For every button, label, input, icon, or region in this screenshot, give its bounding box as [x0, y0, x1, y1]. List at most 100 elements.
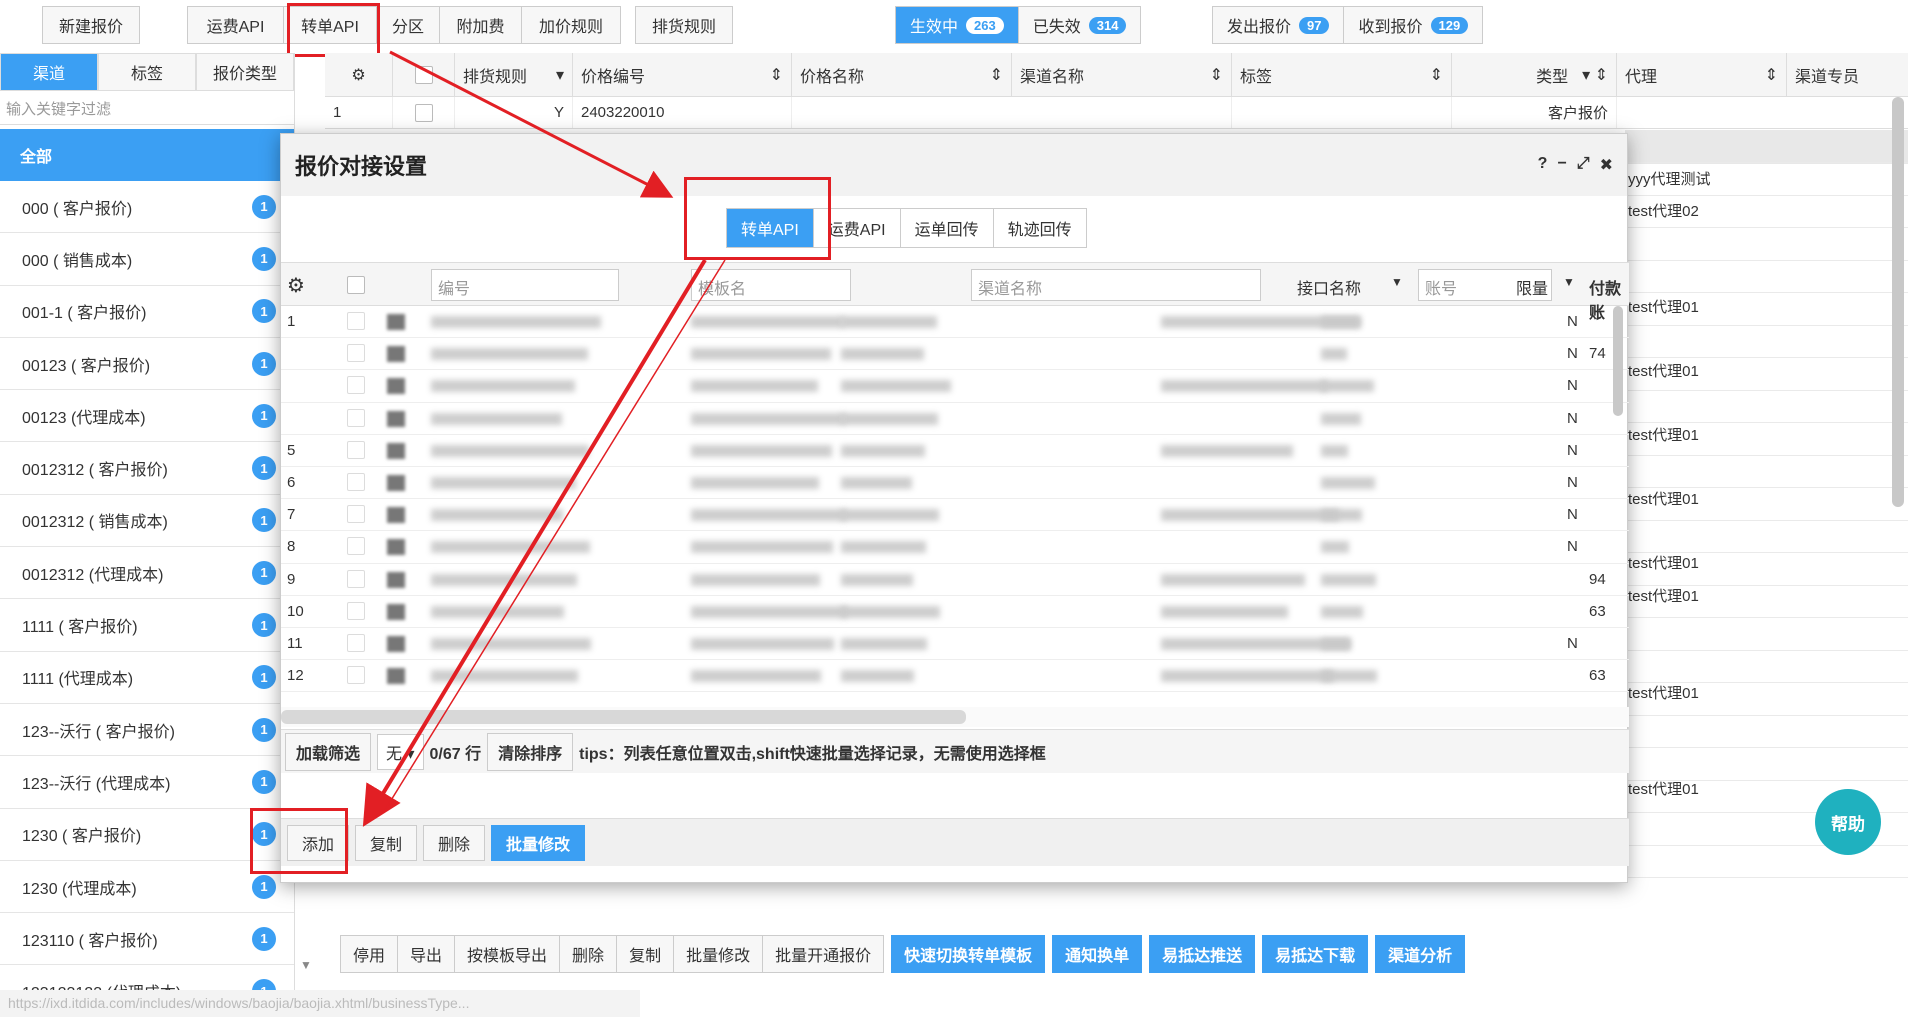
- sort-icon[interactable]: ⇕: [1210, 65, 1223, 85]
- help-icon[interactable]: ?: [1538, 155, 1548, 175]
- table-row[interactable]: N 74: [281, 338, 1629, 371]
- table-row[interactable]: 7N: [281, 499, 1629, 532]
- row-checkbox[interactable]: [347, 666, 365, 685]
- freight-api-button[interactable]: 运费API: [187, 6, 284, 44]
- table-row[interactable]: 1 Y 2403220010 客户报价: [325, 97, 1908, 129]
- tab-quote-type[interactable]: 报价类型: [196, 53, 294, 91]
- ydd-download-button[interactable]: 易抵达下载: [1262, 935, 1369, 973]
- sidebar-item[interactable]: 001-1 ( 客户报价) 1: [0, 286, 294, 338]
- row-checkbox[interactable]: [347, 472, 365, 491]
- sort-icon[interactable]: ⇕: [770, 65, 783, 85]
- table-row[interactable]: 1N: [281, 306, 1629, 339]
- zone-button[interactable]: 分区: [376, 6, 440, 44]
- copy-button[interactable]: 复制: [355, 824, 418, 861]
- markup-rule-button[interactable]: 加价规则: [521, 6, 621, 44]
- row-checkbox[interactable]: [393, 97, 455, 128]
- copy-button[interactable]: 复制: [616, 935, 675, 973]
- load-filter-button[interactable]: 加载筛选: [285, 732, 372, 771]
- sidebar-item[interactable]: 000 ( 客户报价) 1: [0, 181, 294, 234]
- clear-sort-button[interactable]: 清除排序: [487, 732, 574, 771]
- close-icon[interactable]: ✖: [1600, 155, 1613, 175]
- table-row[interactable]: 5N: [281, 435, 1629, 467]
- sidebar-filter-input[interactable]: 输入关键字过滤: [0, 91, 294, 125]
- row-checkbox[interactable]: [347, 376, 365, 395]
- export-button[interactable]: 导出: [397, 935, 456, 973]
- col-price-name[interactable]: 价格名称 ⇕: [792, 53, 1012, 96]
- horizontal-scrollbar[interactable]: [281, 707, 1629, 727]
- sidebar-item[interactable]: 00123 (代理成本) 1: [0, 390, 294, 443]
- received-quote-tab[interactable]: 收到报价 129: [1344, 7, 1483, 43]
- sidebar-item[interactable]: 123110 ( 客户报价) 1: [0, 913, 294, 966]
- disable-button[interactable]: 停用: [340, 935, 399, 973]
- tab-channel[interactable]: 渠道: [0, 53, 98, 91]
- sidebar-item-all[interactable]: 全部: [0, 129, 294, 181]
- channel-filter-input[interactable]: 渠道名称: [971, 269, 1261, 301]
- sidebar-item[interactable]: 1111 (代理成本) 1: [0, 652, 294, 704]
- table-row[interactable]: 10 63: [281, 596, 1629, 628]
- template-export-button[interactable]: 按模板导出: [454, 935, 561, 973]
- table-row[interactable]: 8N: [281, 531, 1629, 564]
- sort-icon[interactable]: ▾ ⇕: [1582, 65, 1608, 85]
- grid-scrollbar[interactable]: [1892, 97, 1904, 507]
- dropdown-icon[interactable]: ▼: [1391, 275, 1403, 289]
- row-checkbox[interactable]: [347, 537, 365, 556]
- row-checkbox[interactable]: [347, 569, 365, 588]
- table-row[interactable]: 6N: [281, 467, 1629, 500]
- col-agent[interactable]: 代理 ⇕: [1617, 53, 1787, 96]
- col-channel-name[interactable]: 渠道名称 ⇕: [1012, 53, 1232, 96]
- row-checkbox[interactable]: [347, 312, 365, 330]
- sidebar-item[interactable]: 0012312 ( 销售成本) 1: [0, 495, 294, 548]
- select-all-checkbox[interactable]: [347, 276, 365, 294]
- maximize-icon[interactable]: ⤢: [1577, 155, 1590, 175]
- batch-edit-button[interactable]: 批量修改: [673, 935, 764, 973]
- switch-template-button[interactable]: 快速切换转单模板: [891, 935, 1046, 973]
- sent-quote-tab[interactable]: 发出报价 97: [1213, 7, 1345, 43]
- scroll-down-arrow-icon[interactable]: ▼: [300, 958, 312, 972]
- settings-gear-icon[interactable]: ⚙: [325, 53, 393, 96]
- sidebar-item[interactable]: 000 ( 销售成本) 1: [0, 233, 294, 286]
- sidebar-item[interactable]: 0012312 (代理成本) 1: [0, 547, 294, 600]
- col-dispatch[interactable]: 排货规则 ▾: [455, 53, 573, 96]
- table-row[interactable]: 9 94: [281, 564, 1629, 596]
- status-active-tab[interactable]: 生效中 263: [896, 7, 1019, 43]
- tab-transfer-api[interactable]: 转单API: [727, 209, 814, 247]
- table-row[interactable]: N: [281, 403, 1629, 435]
- add-button[interactable]: 添加: [287, 824, 350, 861]
- tab-track-callback[interactable]: 轨迹回传: [993, 209, 1086, 247]
- code-filter-input[interactable]: 编号: [431, 269, 619, 301]
- select-all-checkbox[interactable]: [393, 53, 455, 96]
- sort-icon[interactable]: ⇕: [990, 65, 1003, 85]
- sidebar-item[interactable]: 00123 ( 客户报价) 1: [0, 338, 294, 391]
- new-quote-button[interactable]: 新建报价: [42, 6, 140, 44]
- transfer-api-button[interactable]: 转单API: [283, 6, 377, 44]
- col-price-no[interactable]: 价格编号 ⇕: [573, 53, 792, 96]
- row-checkbox[interactable]: [347, 440, 365, 459]
- batch-open-quote-button[interactable]: 批量开通报价: [762, 935, 885, 973]
- minimize-icon[interactable]: −: [1557, 155, 1566, 175]
- table-row[interactable]: 11 N: [281, 628, 1629, 661]
- col-type[interactable]: 类型 ▾ ⇕: [1452, 53, 1617, 96]
- tab-waybill-callback[interactable]: 运单回传: [900, 209, 994, 247]
- dispatch-rule-button[interactable]: 排货规则: [635, 6, 733, 44]
- col-channel-owner[interactable]: 渠道专员: [1787, 53, 1907, 96]
- sort-icon[interactable]: ⇕: [1430, 65, 1443, 85]
- sidebar-item[interactable]: 1230 (代理成本) 1: [0, 861, 294, 914]
- row-checkbox[interactable]: [347, 601, 365, 620]
- filter-select[interactable]: 无 ▾: [377, 733, 424, 770]
- notify-change-button[interactable]: 通知换单: [1052, 935, 1143, 973]
- template-filter-input[interactable]: 模板名: [691, 269, 851, 301]
- dropdown-icon[interactable]: ▼: [1563, 275, 1575, 289]
- sidebar-item[interactable]: 123--沃行 ( 客户报价) 1: [0, 704, 294, 757]
- tab-freight-api[interactable]: 运费API: [813, 209, 901, 247]
- ydd-push-button[interactable]: 易抵达推送: [1149, 935, 1256, 973]
- table-row[interactable]: N: [281, 370, 1629, 403]
- dialog-scrollbar[interactable]: [1613, 306, 1623, 416]
- sort-icon[interactable]: ⇕: [1765, 65, 1778, 85]
- sidebar-item[interactable]: 1230 ( 客户报价) 1: [0, 809, 294, 861]
- sidebar-item[interactable]: 1111 ( 客户报价) 1: [0, 599, 294, 652]
- row-checkbox[interactable]: [347, 344, 365, 363]
- dropdown-icon[interactable]: ▾: [556, 65, 564, 85]
- tab-tag[interactable]: 标签: [98, 53, 196, 91]
- status-expired-tab[interactable]: 已失效 314: [1018, 7, 1141, 43]
- sidebar-item[interactable]: 123--沃行 (代理成本) 1: [0, 756, 294, 809]
